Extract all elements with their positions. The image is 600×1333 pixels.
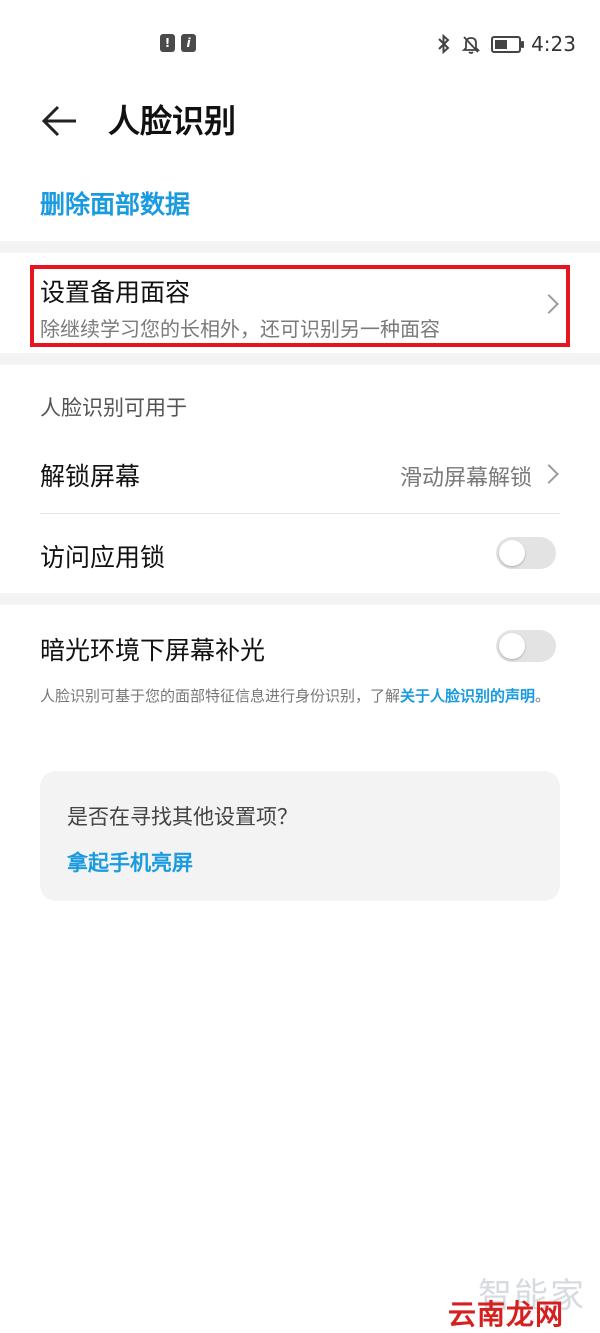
page-title: 人脸识别 bbox=[108, 102, 237, 140]
watermark-logo: 云南龙网 bbox=[447, 1298, 564, 1331]
unlock-screen-title: 解锁屏幕 bbox=[40, 462, 141, 491]
info-icon: i bbox=[181, 34, 196, 52]
unlock-screen-row[interactable]: 解锁屏幕 滑动屏幕解锁 bbox=[0, 435, 600, 513]
suggestion-question: 是否在寻找其他设置项？ bbox=[67, 805, 298, 829]
toggle-knob bbox=[499, 633, 525, 659]
section-divider bbox=[0, 241, 600, 253]
alternate-face-subtitle: 除继续学习您的长相外，还可识别另一种面容 bbox=[40, 317, 440, 341]
low-light-row[interactable]: 暗光环境下屏幕补光 bbox=[0, 605, 600, 683]
app-lock-toggle[interactable] bbox=[496, 537, 556, 569]
section-label-usage: 人脸识别可用于 bbox=[40, 396, 187, 420]
privacy-note-suffix: 。 bbox=[535, 687, 551, 705]
title-bar: 人脸识别 bbox=[0, 90, 600, 160]
back-button[interactable] bbox=[34, 94, 90, 150]
status-bar: ! i 4:23 bbox=[0, 0, 600, 90]
chevron-right-icon bbox=[539, 464, 559, 484]
delete-face-data-button[interactable]: 删除面部数据 bbox=[40, 185, 190, 221]
unlock-screen-value: 滑动屏幕解锁 bbox=[399, 466, 532, 491]
toggle-knob bbox=[499, 540, 525, 566]
status-left-icons: ! i bbox=[160, 34, 196, 52]
low-light-title: 暗光环境下屏幕补光 bbox=[40, 636, 266, 665]
status-right-icons: 4:23 bbox=[437, 32, 576, 56]
privacy-note-text: 人脸识别可基于您的面部特征信息进行身份识别，了解 bbox=[40, 687, 401, 705]
bell-off-icon bbox=[461, 36, 481, 54]
suggestion-card: 是否在寻找其他设置项？ 拿起手机亮屏 bbox=[40, 771, 560, 901]
back-arrow-icon bbox=[41, 105, 76, 137]
app-lock-title: 访问应用锁 bbox=[40, 543, 166, 572]
app-lock-row[interactable]: 访问应用锁 bbox=[0, 514, 600, 592]
status-time: 4:23 bbox=[531, 32, 576, 56]
privacy-note: 人脸识别可基于您的面部特征信息进行身份识别，了解关于人脸识别的声明。 bbox=[40, 684, 562, 708]
battery-icon bbox=[491, 35, 525, 53]
chevron-right-icon bbox=[539, 294, 559, 314]
low-light-toggle[interactable] bbox=[496, 630, 556, 662]
sim-alert-icon: ! bbox=[160, 34, 175, 52]
alternate-face-title: 设置备用面容 bbox=[40, 278, 191, 307]
privacy-statement-link[interactable]: 关于人脸识别的声明 bbox=[400, 687, 535, 705]
bluetooth-icon bbox=[438, 34, 450, 54]
alternate-face-row[interactable]: 设置备用面容 除继续学习您的长相外，还可识别另一种面容 bbox=[0, 253, 600, 353]
battery-fill bbox=[495, 39, 508, 49]
section-divider bbox=[0, 353, 600, 365]
raise-to-wake-link[interactable]: 拿起手机亮屏 bbox=[67, 847, 193, 877]
section-divider bbox=[0, 593, 600, 605]
